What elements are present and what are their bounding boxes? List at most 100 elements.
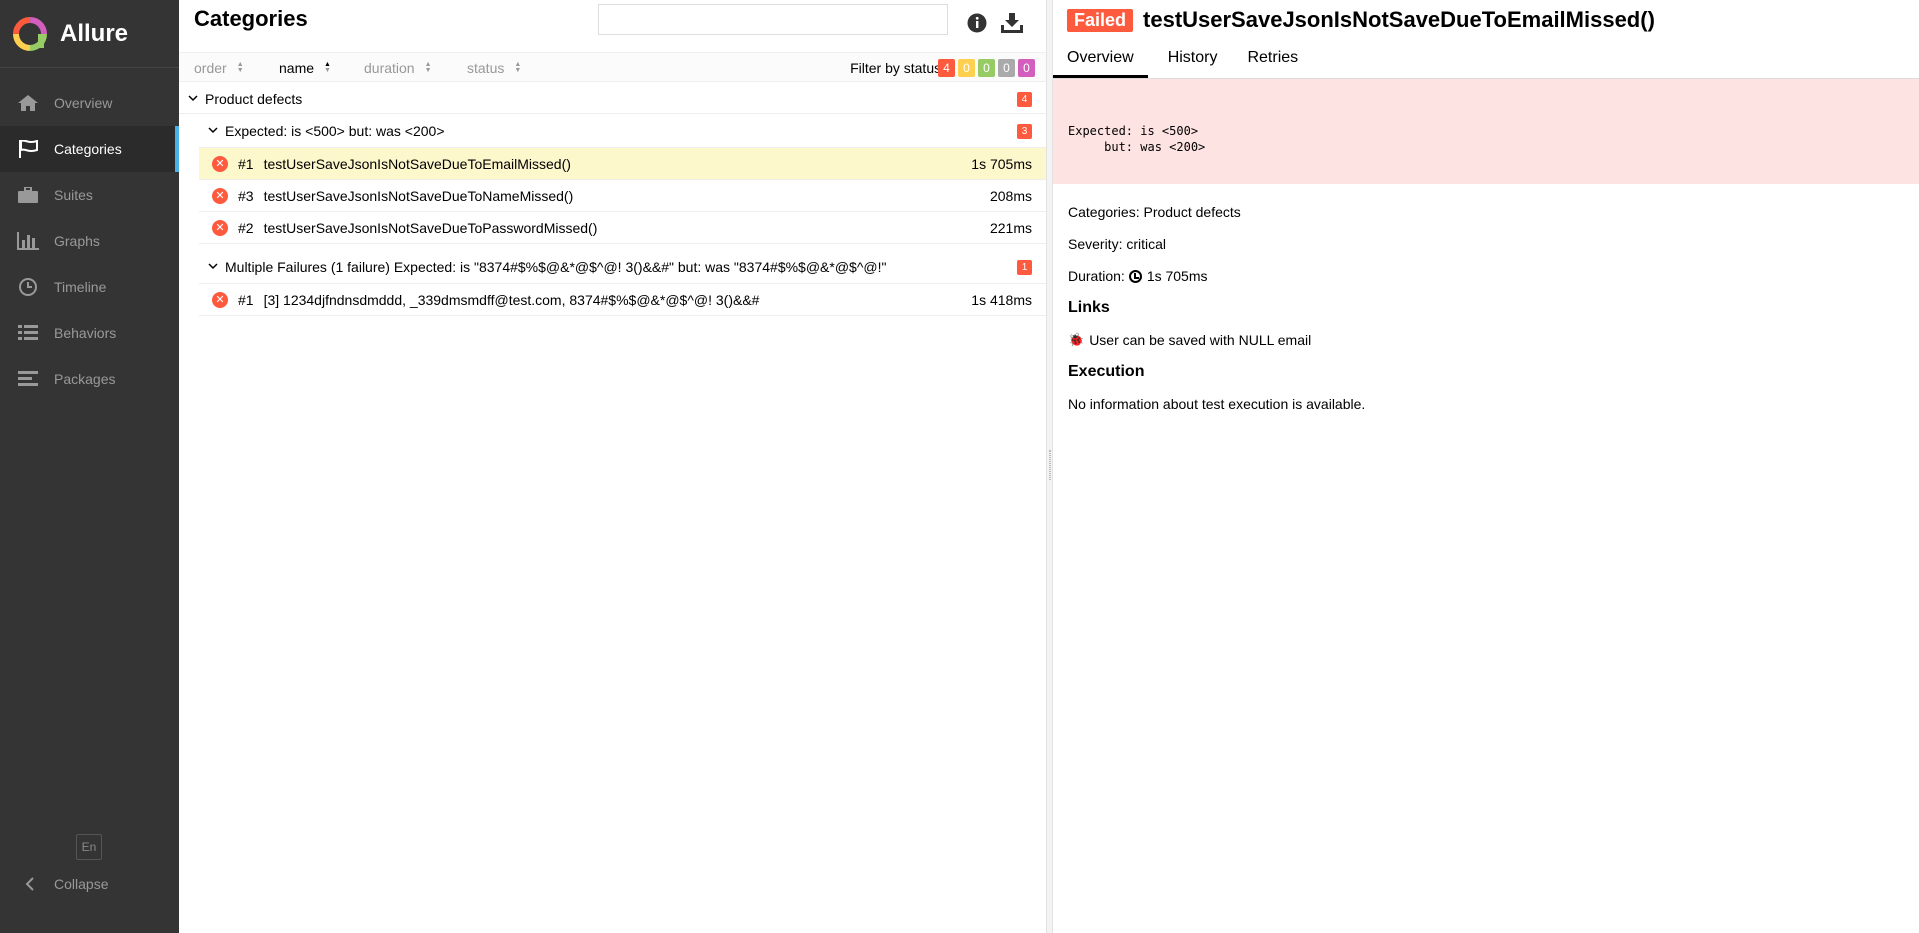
app-name: Allure <box>60 19 129 47</box>
flag-icon <box>16 139 40 159</box>
sidebar-item-packages[interactable]: Packages <box>0 356 179 402</box>
test-name: testUserSaveJsonIsNotSaveDueToPasswordMi… <box>263 219 598 236</box>
duration-value: 1s 705ms <box>1146 268 1208 284</box>
sort-arrows-icon: ▲ ▼ <box>236 61 244 74</box>
collapse-label: Collapse <box>54 876 109 892</box>
info-icon[interactable] <box>964 10 990 36</box>
subgroup-container: Expected: is <500> but: was <200> 3 ✕ #1… <box>199 114 1046 316</box>
download-icon[interactable] <box>999 10 1025 36</box>
sort-bar: order ▲ ▼ name ▲ ▼ duration ▲ ▼ status ▲ ▼ F… <box>179 52 1046 82</box>
filter-skipped[interactable]: 0 <box>998 59 1015 77</box>
bar-chart-icon <box>16 231 40 251</box>
failed-status-icon: ✕ <box>212 187 228 204</box>
collapse-button[interactable]: Collapse <box>0 866 108 902</box>
brand[interactable]: Allure <box>0 0 179 68</box>
group-product-defects[interactable]: Product defects 4 <box>179 84 1046 114</box>
test-title: testUserSaveJsonIsNotSaveDueToEmailMisse… <box>1143 7 1655 32</box>
language-button[interactable]: En <box>76 834 102 860</box>
test-duration: 1s 705ms <box>971 155 1032 172</box>
sort-label: order <box>194 60 227 76</box>
categories-pane: Categories order ▲ ▼ name ▲ ▼ duration ▲ ▼ … <box>179 0 1046 933</box>
sidebar-item-overview[interactable]: Overview <box>0 80 179 126</box>
pane-splitter[interactable] <box>1046 0 1053 933</box>
failed-status-icon: ✕ <box>212 155 228 172</box>
sort-arrows-icon: ▲ ▼ <box>324 61 331 74</box>
duration-label: Duration: <box>1068 268 1125 284</box>
sidebar-item-behaviors[interactable]: Behaviors <box>0 310 179 356</box>
sort-label: status <box>467 60 505 76</box>
status-badge: Failed <box>1067 8 1134 32</box>
home-icon <box>16 93 40 113</box>
search-input[interactable] <box>598 4 948 35</box>
tab-retries[interactable]: Retries <box>1247 45 1298 78</box>
test-name: testUserSaveJsonIsNotSaveDueToNameMissed… <box>263 187 574 204</box>
sort-name[interactable]: name ▲ ▼ <box>279 53 331 83</box>
detail-header: Failed testUserSaveJsonIsNotSaveDueToEma… <box>1067 7 1655 33</box>
tab-history[interactable]: History <box>1168 45 1218 78</box>
filter-unknown[interactable]: 0 <box>1018 59 1035 77</box>
bug-icon: 🐞 <box>1068 332 1085 347</box>
filter-passed[interactable]: 0 <box>978 59 995 77</box>
group-name: Multiple Failures (1 failure) Expected: … <box>225 258 887 275</box>
test-order: #1 <box>238 155 254 172</box>
sidebar-item-label: Suites <box>54 187 93 203</box>
execution-heading: Execution <box>1068 363 1145 380</box>
test-name: [3] 1234djfndnsdmddd, _339dmsmdff@test.c… <box>263 291 760 308</box>
sidebar-item-label: Overview <box>54 95 113 111</box>
categories-line: Categories: Product defects <box>1068 204 1241 220</box>
failed-status-icon: ✕ <box>212 291 228 308</box>
test-row[interactable]: ✕ #1 testUserSaveJsonIsNotSaveDueToEmail… <box>199 148 1046 180</box>
test-order: #1 <box>238 291 254 308</box>
link-item[interactable]: 🐞 User can be saved with NULL email <box>1068 324 1908 356</box>
pane-header: Categories <box>179 0 1046 50</box>
splitter-grip-icon <box>1049 450 1051 480</box>
sort-label: name <box>279 60 315 76</box>
sort-duration[interactable]: duration ▲ ▼ <box>364 53 432 83</box>
sidebar-item-timeline[interactable]: Timeline <box>0 264 179 310</box>
sidebar-item-label: Graphs <box>54 233 100 249</box>
sidebar: Allure Overview Categories Suites Graphs… <box>0 0 179 933</box>
tab-overview[interactable]: Overview <box>1053 45 1148 78</box>
sort-arrows-icon: ▲ ▼ <box>514 61 522 74</box>
sort-arrows-icon: ▲ ▼ <box>424 61 432 74</box>
filter-failed[interactable]: 4 <box>938 59 955 77</box>
allure-logo-icon <box>13 16 47 51</box>
test-detail-pane: Failed testUserSaveJsonIsNotSaveDueToEma… <box>1053 0 1919 933</box>
sidebar-item-label: Packages <box>54 371 116 387</box>
chevron-down-icon <box>207 125 219 137</box>
execution-text: No information about test execution is a… <box>1068 396 1366 412</box>
sidebar-item-label: Behaviors <box>54 325 117 341</box>
group-name: Expected: is <500> but: was <200> <box>225 122 445 139</box>
duration-line: Duration: 1s 705ms <box>1068 260 1908 292</box>
sidebar-item-categories[interactable]: Categories <box>0 126 179 172</box>
chevron-down-icon <box>187 93 199 105</box>
sidebar-item-suites[interactable]: Suites <box>0 172 179 218</box>
sort-order[interactable]: order ▲ ▼ <box>194 53 244 83</box>
group-count-badge: 1 <box>1017 260 1032 275</box>
filter-broken[interactable]: 0 <box>958 59 975 77</box>
test-row[interactable]: ✕ #3 testUserSaveJsonIsNotSaveDueToNameM… <box>199 180 1046 212</box>
error-message: Expected: is <500> but: was <200> <box>1053 79 1919 184</box>
test-order: #3 <box>238 187 254 204</box>
link-text: User can be saved with NULL email <box>1089 332 1312 348</box>
test-order: #2 <box>238 219 254 236</box>
sort-label: duration <box>364 60 415 76</box>
group-name: Product defects <box>205 90 303 107</box>
chevron-down-icon <box>207 261 219 273</box>
chevron-left-icon <box>18 874 42 894</box>
sidebar-item-label: Categories <box>54 141 122 157</box>
sort-status[interactable]: status ▲ ▼ <box>467 53 521 83</box>
page-title: Categories <box>194 6 308 31</box>
test-row[interactable]: ✕ #2 testUserSaveJsonIsNotSaveDueToPassw… <box>199 212 1046 244</box>
subgroup-multiple-failures[interactable]: Multiple Failures (1 failure) Expected: … <box>199 250 1046 284</box>
sidebar-item-graphs[interactable]: Graphs <box>0 218 179 264</box>
subgroup-expected-500[interactable]: Expected: is <500> but: was <200> 3 <box>199 114 1046 148</box>
detail-tabs: Overview History Retries <box>1053 45 1919 79</box>
group-count-badge: 3 <box>1017 124 1032 139</box>
filter-label: Filter by status: <box>850 60 945 76</box>
severity-line: Severity: critical <box>1068 236 1167 252</box>
test-row[interactable]: ✕ #1 [3] 1234djfndnsdmddd, _339dmsmdff@t… <box>199 284 1046 316</box>
test-duration: 1s 418ms <box>971 291 1032 308</box>
sidebar-item-label: Timeline <box>54 279 107 295</box>
group-count-badge: 4 <box>1017 92 1032 107</box>
